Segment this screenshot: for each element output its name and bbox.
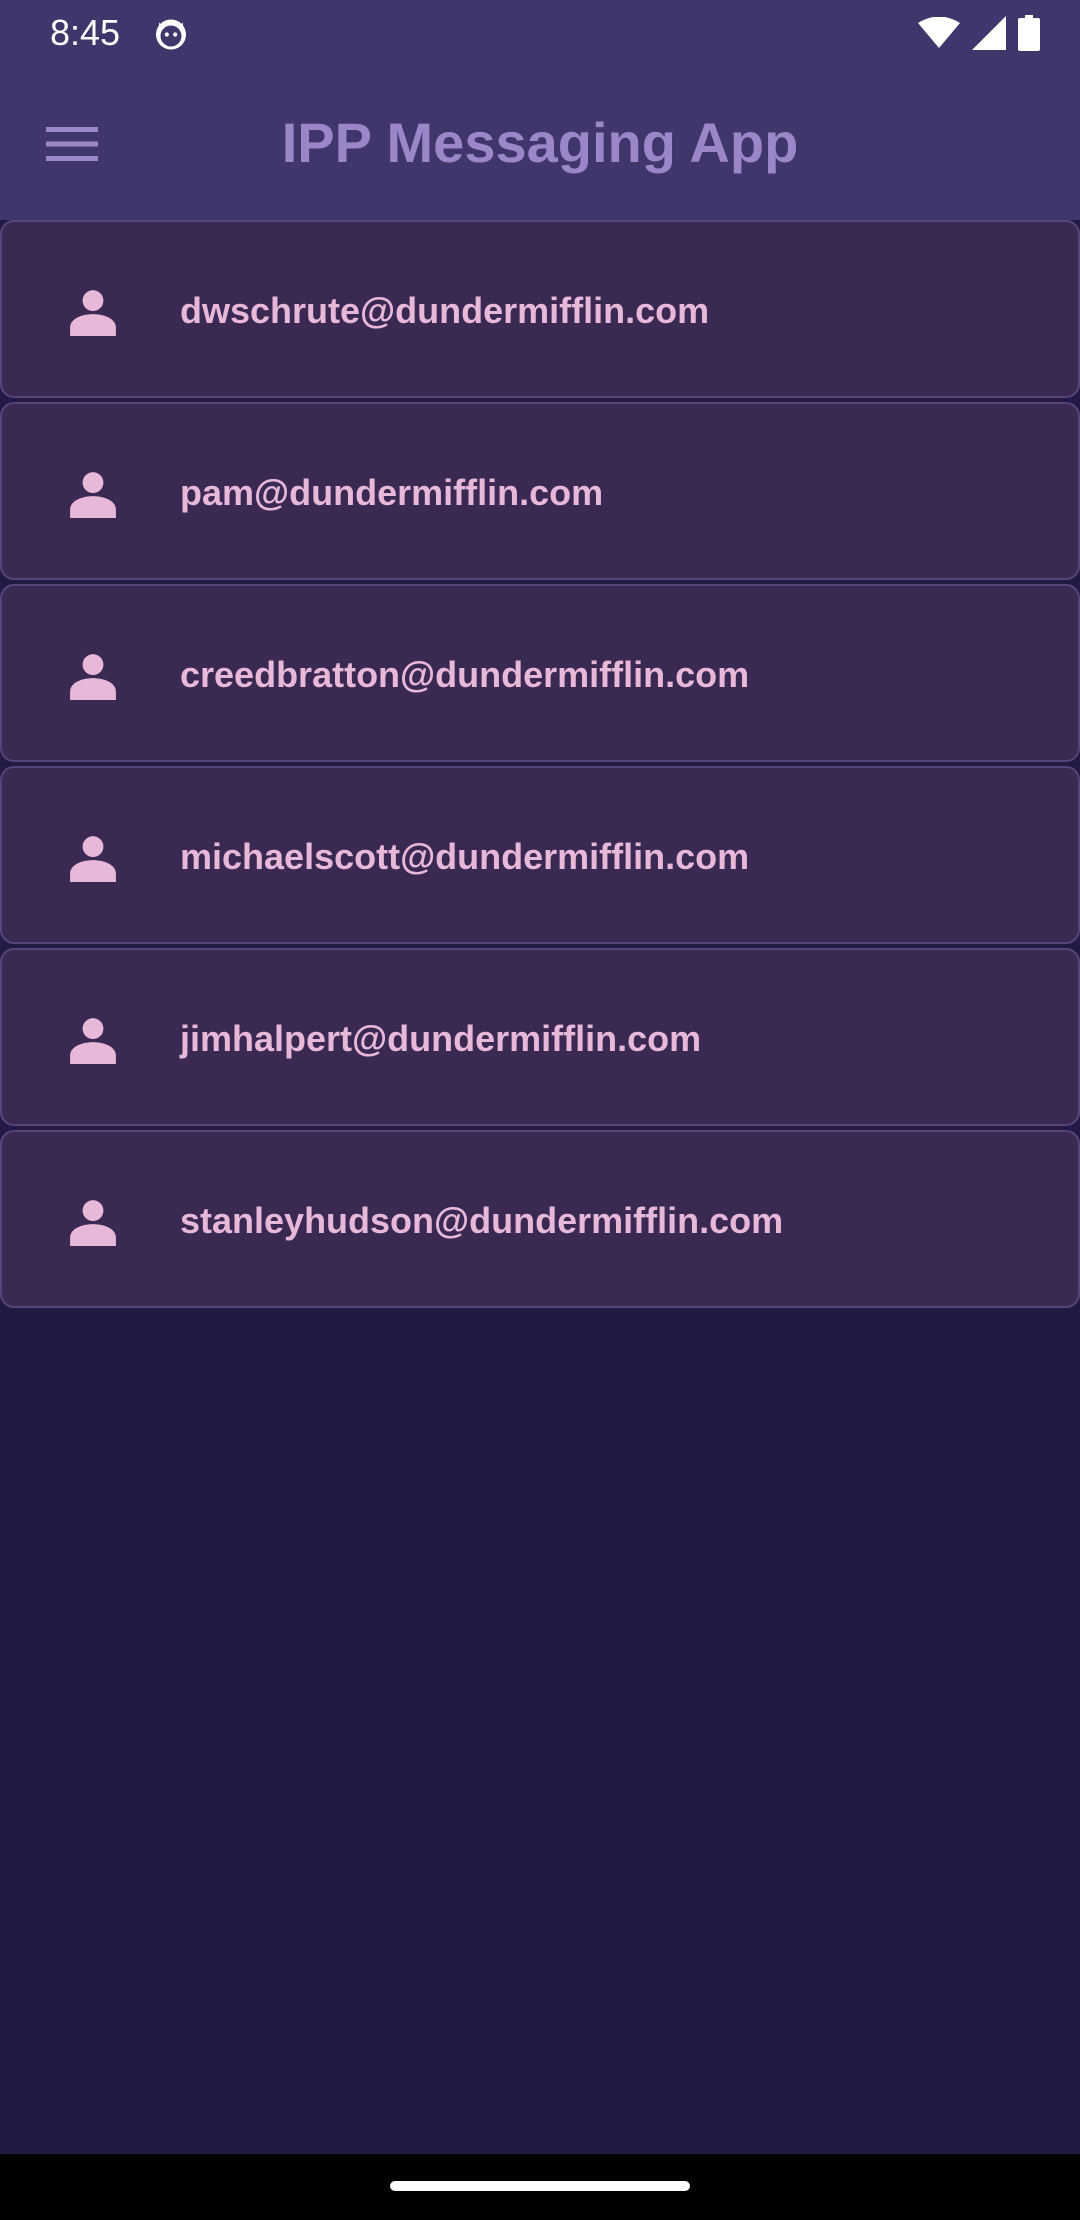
cell-signal-icon	[972, 16, 1006, 50]
navigation-bar	[0, 2154, 1080, 2220]
person-icon	[70, 654, 116, 700]
app-bar: IPP Messaging App	[0, 66, 1080, 220]
status-time: 8:45	[50, 12, 121, 53]
wifi-icon	[918, 17, 960, 48]
contact-item[interactable]: creedbratton@dundermifflin.com	[0, 584, 1080, 762]
cat-notification-icon	[156, 19, 186, 50]
contact-item[interactable]: dwschrute@dundermifflin.com	[0, 220, 1080, 398]
person-icon	[70, 472, 116, 518]
contact-email: dwschrute@dundermifflin.com	[180, 290, 710, 331]
home-gesture-handle[interactable]	[390, 2181, 690, 2191]
contact-item[interactable]: michaelscott@dundermifflin.com	[0, 766, 1080, 944]
contact-item[interactable]: jimhalpert@dundermifflin.com	[0, 948, 1080, 1126]
contact-email: michaelscott@dundermifflin.com	[180, 836, 750, 877]
contact-email: jimhalpert@dundermifflin.com	[180, 1018, 702, 1059]
contact-item[interactable]: stanleyhudson@dundermifflin.com	[0, 1130, 1080, 1308]
battery-icon	[1018, 15, 1040, 51]
contact-email: stanleyhudson@dundermifflin.com	[180, 1200, 784, 1241]
contact-item[interactable]: pam@dundermifflin.com	[0, 402, 1080, 580]
person-icon	[70, 1200, 116, 1246]
contact-email: pam@dundermifflin.com	[180, 472, 604, 513]
person-icon	[70, 1018, 116, 1064]
person-icon	[70, 290, 116, 336]
person-icon	[70, 836, 116, 882]
contact-list: dwschrute@dundermifflin.com pam@dundermi…	[0, 220, 1080, 1312]
status-icons	[918, 14, 1040, 52]
contact-email: creedbratton@dundermifflin.com	[180, 654, 750, 695]
app-title: IPP Messaging App	[281, 111, 799, 174]
status-bar: 8:45	[0, 0, 1080, 66]
